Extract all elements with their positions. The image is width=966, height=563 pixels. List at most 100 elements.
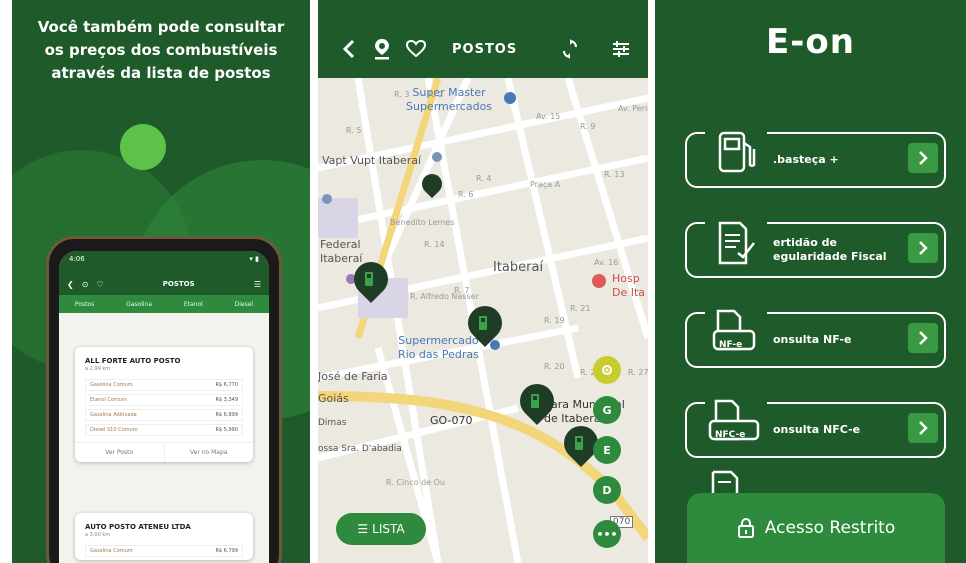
map-label: Supermercado Rio das Pedras — [398, 334, 479, 361]
map-label: Itaberaí — [493, 260, 544, 275]
view-station-button[interactable]: Ver Posto — [75, 443, 165, 462]
filter-etanol-button[interactable]: E — [593, 436, 621, 464]
road-label: R. 14 — [424, 240, 445, 249]
map-label: ossa Sra. D'abadia — [318, 444, 402, 454]
station-name: AUTO POSTO ATENEU LTDA — [85, 523, 191, 531]
promo-headline: Você também pode consultar os preços dos… — [12, 16, 310, 85]
phone-screen: 4:06 ▾ ▮ ❮ ⊙ ♡ POSTOS ☰ Postos Gasolina … — [59, 251, 269, 563]
location-pin-icon[interactable] — [374, 38, 390, 60]
road-label: R. Cinco de Ou — [386, 478, 445, 487]
road-label: R. 9 — [580, 122, 596, 131]
menu-item-certidao[interactable]: ertidão de egularidade Fiscal — [685, 210, 946, 278]
phone-tabs: Postos Gasolina Etanol Diesel — [59, 295, 269, 313]
road-label: Av. 15 — [536, 112, 561, 121]
map-label: Super Master Supermercados — [406, 86, 493, 113]
nfce-document-icon: NFC-e — [705, 390, 767, 456]
filter-diesel-button[interactable]: D — [593, 476, 621, 504]
headline-line: os preços dos combustíveis — [44, 41, 278, 59]
shop-pin-icon[interactable] — [504, 92, 516, 104]
menu-panel: E-on .basteça + ertidão de egularidade F… — [655, 0, 966, 563]
station-card[interactable]: AUTO POSTO ATENEU LTDA a 3,00 km Gasolin… — [75, 513, 253, 560]
station-card[interactable]: ALL FORTE AUTO POSTO a 2,99 km Gasolina … — [75, 347, 253, 462]
nfe-document-icon: NF-e — [705, 300, 767, 366]
map-view[interactable]: Super Master Supermercados Vapt Vupt Ita… — [318, 78, 648, 563]
heart-icon[interactable] — [406, 40, 426, 58]
back-icon[interactable] — [342, 39, 356, 59]
restricted-access-label: Acesso Restrito — [764, 518, 896, 538]
menu-item-label: ertidão de egularidade Fiscal — [773, 236, 887, 263]
road-label: Av. 16 — [594, 258, 619, 267]
menu-item-nfce[interactable]: NFC-e onsulta NFC-e — [685, 390, 946, 458]
road-label: Benedito Lemes — [390, 218, 455, 227]
location-icon[interactable]: ⊙ — [82, 280, 89, 289]
headline-line: Você também pode consultar — [37, 18, 285, 36]
map-nav-bar: POSTOS — [318, 22, 648, 76]
road-label: R. 2 — [428, 90, 444, 99]
road-label: R. 21 — [570, 304, 591, 313]
fuel-row: Gasolina Aditivada R$ 6,899 — [85, 409, 243, 421]
list-button-label: LISTA — [372, 522, 405, 536]
fuel-row: Gasolina Comum R$ 6,799 — [85, 545, 243, 557]
fuel-pump-icon — [365, 272, 373, 286]
fuel-row: Etanol Comum R$ 3,349 — [85, 394, 243, 406]
tab-diesel[interactable]: Diesel — [235, 301, 253, 308]
filter-icon[interactable]: ☰ — [254, 280, 261, 289]
hospital-pin-icon[interactable] — [592, 274, 606, 288]
card-actions: Ver Posto Ver no Mapa — [75, 442, 253, 462]
chevron-right-icon — [908, 323, 938, 353]
back-icon[interactable]: ❮ — [67, 280, 74, 289]
tab-postos[interactable]: Postos — [75, 301, 94, 308]
fuel-row: Gasolina Comum R$ 6,770 — [85, 379, 243, 391]
view-map-button[interactable]: Ver no Mapa — [165, 443, 254, 462]
road-label: R. Alfredo Nasser — [410, 292, 479, 301]
station-distance: a 2,99 km — [85, 366, 111, 372]
tab-gasolina[interactable]: Gasolina — [126, 301, 152, 308]
map-label: Goiás — [318, 392, 349, 405]
decor-dot — [120, 124, 166, 170]
phone-status-bar: 4:06 ▾ ▮ — [59, 251, 269, 273]
place-pin-icon[interactable] — [432, 152, 442, 162]
phone-mockup: 4:06 ▾ ▮ ❮ ⊙ ♡ POSTOS ☰ Postos Gasolina … — [46, 236, 282, 563]
my-location-button[interactable] — [593, 356, 621, 384]
nfce-badge: NFC-e — [715, 430, 746, 440]
road-label: R. 27 — [628, 368, 648, 377]
map-label: GO-070 — [430, 414, 473, 427]
signal-icon: ▾ ▮ — [249, 255, 259, 263]
list-view-button[interactable]: ☰ LISTA — [336, 513, 426, 545]
fuel-pump-icon — [575, 436, 583, 450]
map-label: Hosp De Ita — [612, 272, 646, 299]
road-label: R. 6 — [458, 190, 474, 199]
fuel-pump-icon — [479, 316, 487, 330]
shop-pin-icon[interactable] — [490, 340, 500, 350]
certificate-icon — [705, 210, 767, 276]
filter-gasolina-button[interactable]: G — [593, 396, 621, 424]
tab-etanol[interactable]: Etanol — [184, 301, 203, 308]
map-label: José de Faria — [318, 370, 388, 383]
menu-item-nfe[interactable]: NF-e onsulta NF-e — [685, 300, 946, 368]
promo-panel-list: Você também pode consultar os preços dos… — [12, 0, 310, 563]
nfe-badge: NF-e — [719, 340, 743, 350]
filter-settings-icon[interactable] — [612, 40, 630, 58]
crosshair-icon — [602, 365, 612, 375]
road-label: R. 4 — [476, 174, 492, 183]
chevron-right-icon — [908, 413, 938, 443]
app-logo: E-on — [766, 22, 855, 62]
menu-item-label: onsulta NF-e — [773, 333, 852, 346]
road-label: R. 13 — [604, 170, 625, 179]
place-pin-icon[interactable] — [322, 194, 332, 204]
swap-icon[interactable] — [562, 39, 578, 59]
status-time: 4:06 — [69, 255, 85, 263]
road-label: R. 3 — [394, 90, 410, 99]
more-options-button[interactable]: ••• — [593, 520, 621, 548]
menu-item-label: .basteça + — [773, 153, 839, 166]
list-icon: ☰ — [357, 522, 369, 536]
restricted-access-button[interactable]: Acesso Restrito — [687, 493, 945, 563]
station-distance: a 3,00 km — [85, 532, 111, 538]
fuel-pump-icon — [531, 394, 539, 408]
map-panel: POSTOS Super Master Supermercados Vapt V… — [318, 0, 648, 563]
menu-item-abasteca[interactable]: .basteça + — [685, 120, 946, 188]
road-label: R. 5 — [346, 126, 362, 135]
heart-icon[interactable]: ♡ — [96, 280, 103, 289]
lock-icon — [737, 518, 754, 538]
fuel-pump-icon — [705, 120, 767, 186]
